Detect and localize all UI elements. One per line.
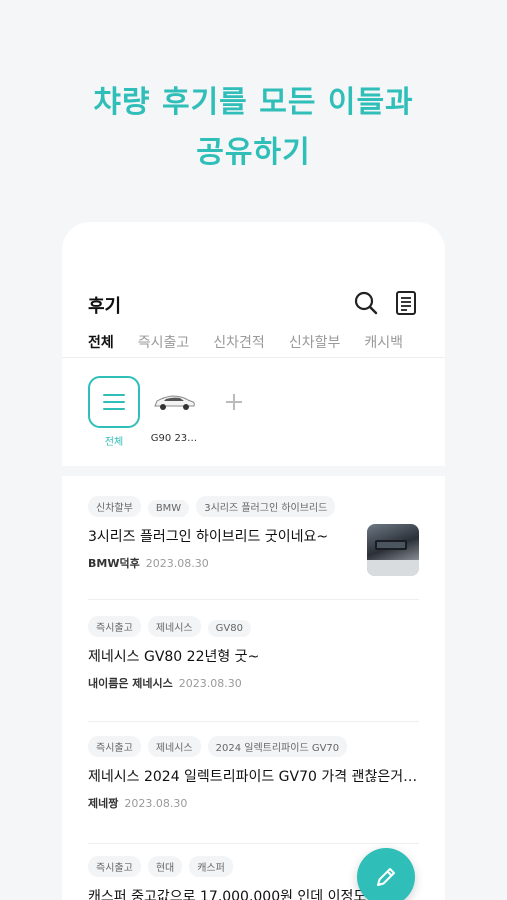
tag[interactable]: 즉시출고 — [88, 616, 141, 637]
tab-new-car-quote[interactable]: 신차견적 — [213, 332, 265, 358]
car-icon — [154, 395, 195, 410]
headline-line2: 공유하기 — [196, 135, 311, 170]
car-filter-all-label: 전체 — [104, 437, 124, 448]
list-item[interactable]: 신차할부 BMW 3시리즈 플러그인 하이브리드 3시리즈 플러그인 하이브리드 굿… — [88, 496, 419, 600]
tab-all[interactable]: 전체 — [88, 332, 114, 358]
tag[interactable]: 신차할부 — [88, 496, 141, 517]
post-date: 2023.08.30 — [124, 797, 188, 810]
car-filter-g90-label: G90 23… — [150, 433, 198, 444]
post-title: 3시리즈 플러그인 하이브리드 굿이네요~ — [88, 529, 329, 545]
car-filter-all[interactable]: 전체 — [88, 376, 140, 448]
tab-cashback[interactable]: 캐시백 — [364, 332, 403, 358]
tag[interactable]: 즉시출고 — [88, 736, 141, 757]
plus-icon — [226, 394, 242, 410]
write-review-button[interactable] — [357, 848, 415, 900]
document-list-icon[interactable] — [393, 290, 419, 316]
pencil-icon — [377, 868, 395, 886]
list-item[interactable]: 즉시출고 제네시스 GV80 제네시스 GV80 22년형 굿~ 내이름은 제네시스… — [88, 616, 419, 722]
headline-line1: 챠량 후기를 모든 이들과 — [93, 85, 414, 120]
tag[interactable]: 제네시스 — [147, 736, 201, 757]
tab-new-car-installment[interactable]: 신차할부 — [289, 332, 341, 358]
tag[interactable]: 현대 — [147, 856, 183, 877]
post-title: 제네시스 GV80 22년형 굿~ — [88, 649, 260, 665]
car-filter-all-box — [88, 376, 140, 428]
post-date: 2023.08.30 — [145, 557, 209, 570]
tab-instant-delivery[interactable]: 즉시출고 — [138, 332, 190, 358]
post-meta: 내이름은 제네시스 2023.08.30 — [88, 675, 419, 691]
section-divider — [62, 466, 445, 476]
car-filter-g90[interactable]: G90 23… — [148, 376, 200, 444]
page-title: 후기 — [88, 296, 122, 317]
tag[interactable]: 3시리즈 플러그인 하이브리드 — [196, 496, 336, 517]
list-item[interactable]: 즉시출고 제네시스 2024 일렉트리파이드 GV70 제네시스 2024 일렉트리… — [88, 736, 419, 844]
post-thumbnail — [367, 524, 419, 576]
post-author: 제네짱 — [88, 797, 119, 810]
tag[interactable]: 제네시스 — [147, 616, 201, 637]
category-tabs: 전체 즉시출고 신차견적 신차할부 캐시백 — [88, 332, 435, 358]
promo-headline: 챠량 후기를 모든 이들과 공유하기 — [0, 78, 507, 178]
add-car-button[interactable] — [208, 376, 260, 428]
tag[interactable]: GV80 — [207, 620, 251, 637]
post-date: 2023.08.30 — [178, 677, 242, 690]
car-filter-g90-box — [148, 376, 200, 428]
app-screen: 후기 전체 즉시출고 신차견적 신차할부 캐시백 전체 G90 23… 신차할부… — [62, 222, 445, 900]
tag[interactable]: 즉시출고 — [88, 856, 141, 877]
tag[interactable]: 2024 일렉트리파이드 GV70 — [207, 736, 348, 757]
post-author: BMW덕후 — [88, 557, 140, 570]
hamburger-icon — [103, 394, 125, 410]
post-tags: 신차할부 BMW 3시리즈 플러그인 하이브리드 — [88, 496, 419, 517]
tab-divider — [62, 357, 445, 358]
post-tags: 즉시출고 제네시스 GV80 — [88, 616, 419, 637]
post-author: 내이름은 제네시스 — [88, 677, 173, 690]
post-tags: 즉시출고 제네시스 2024 일렉트리파이드 GV70 — [88, 736, 419, 757]
post-meta: 제네짱 2023.08.30 — [88, 795, 419, 811]
post-title: 제네시스 2024 일렉트리파이드 GV70 가격 괜찮은거… — [88, 769, 418, 785]
add-car-box — [208, 376, 260, 428]
top-bar: 후기 — [88, 290, 419, 320]
search-icon[interactable] — [353, 290, 379, 316]
car-filter-row: 전체 G90 23… — [88, 376, 445, 456]
tag[interactable]: 캐스퍼 — [189, 856, 233, 877]
tag[interactable]: BMW — [147, 500, 190, 517]
